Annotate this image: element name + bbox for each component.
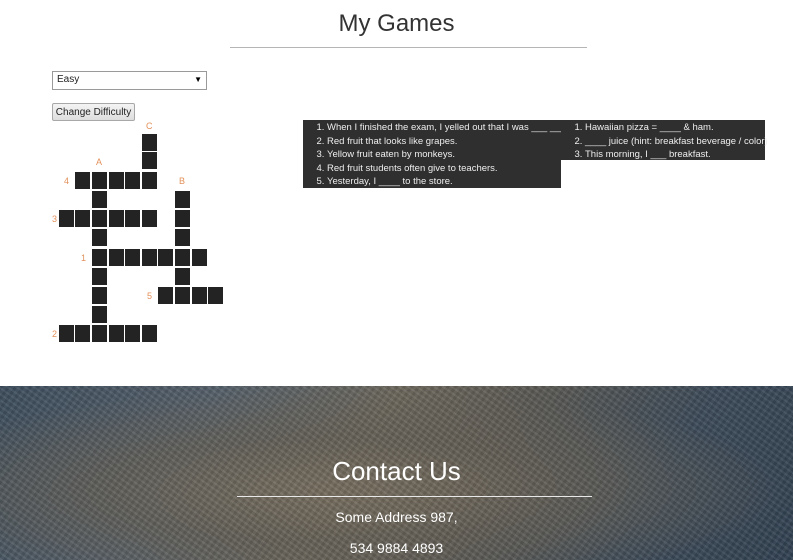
crossword-cell[interactable] [192, 249, 208, 267]
crossword-cell[interactable] [142, 210, 158, 228]
down-clue: This morning, I ___ breakfast. [585, 148, 765, 162]
clue-label-c: C [146, 121, 153, 131]
crossword-cell[interactable] [92, 172, 108, 190]
across-clue: When I finished the exam, I yelled out t… [327, 121, 568, 135]
clue-label-1: 1 [81, 253, 87, 263]
clue-label-2: 2 [52, 329, 58, 339]
contact-divider [237, 496, 592, 497]
crossword-cell[interactable] [192, 287, 208, 305]
crossword-cell[interactable] [75, 210, 91, 228]
crossword-cell[interactable] [109, 249, 125, 267]
crossword-cell[interactable] [142, 172, 158, 190]
clue-label-4: 4 [64, 176, 70, 186]
crossword-cell[interactable] [75, 172, 91, 190]
crossword-cell[interactable] [142, 152, 158, 170]
crossword-cell[interactable] [142, 134, 158, 152]
crossword-grid: C A B 4 3 1 5 2 [0, 0, 793, 400]
crossword-cell[interactable] [175, 229, 191, 247]
crossword-cell[interactable] [92, 191, 108, 209]
crossword-cell[interactable] [175, 191, 191, 209]
crossword-cell[interactable] [92, 306, 108, 324]
crossword-cell[interactable] [59, 325, 75, 343]
contact-address: Some Address 987, [335, 509, 458, 525]
down-clue: ____ juice (hint: breakfast beverage / c… [585, 135, 768, 149]
crossword-cell[interactable] [175, 210, 191, 228]
across-clue: Red fruit students often give to teacher… [327, 162, 561, 176]
difficulty-select-value: Easy [57, 74, 80, 85]
down-clue: Hawaiian pizza = ____ & ham. [585, 121, 765, 135]
contact-title: Contact Us [332, 456, 461, 486]
crossword-cell[interactable] [92, 268, 108, 286]
across-clue: Yellow fruit eaten by monkeys. [327, 148, 561, 162]
crossword-cell[interactable] [59, 210, 75, 228]
crossword-cell[interactable] [175, 287, 191, 305]
contact-footer: Contact Us Some Address 987, 534 9884 48… [0, 386, 793, 560]
crossword-cell[interactable] [125, 325, 141, 343]
crossword-cell[interactable] [92, 210, 108, 228]
crossword-cell[interactable] [109, 210, 125, 228]
crossword-cell[interactable] [208, 287, 224, 305]
crossword-cell[interactable] [75, 325, 91, 343]
crossword-cell[interactable] [158, 249, 174, 267]
across-clues-panel: When I finished the exam, I yelled out t… [303, 120, 568, 189]
down-clues-panel: Hawaiian pizza = ____ & ham. ____ juice … [561, 120, 768, 162]
crossword-cell[interactable] [92, 229, 108, 247]
chevron-down-icon: ▼ [194, 75, 202, 84]
title-divider [230, 47, 587, 48]
crossword-cell[interactable] [125, 210, 141, 228]
crossword-cell[interactable] [92, 249, 108, 267]
change-difficulty-button[interactable]: Change Difficulty [52, 103, 135, 121]
page-title: My Games [338, 10, 455, 37]
clue-label-b: B [179, 176, 186, 186]
clue-label-a: A [96, 157, 103, 167]
crossword-cell[interactable] [125, 172, 141, 190]
across-clue: Yesterday, I ____ to the store. [327, 175, 561, 189]
contact-phone: 534 9884 4893 [349, 540, 444, 556]
crossword-cell[interactable] [109, 325, 125, 343]
crossword-cell[interactable] [125, 249, 141, 267]
crossword-cell[interactable] [158, 287, 174, 305]
crossword-cell[interactable] [92, 287, 108, 305]
crossword-cell[interactable] [175, 249, 191, 267]
crossword-cell[interactable] [92, 325, 108, 343]
crossword-cell[interactable] [142, 249, 158, 267]
crossword-cell[interactable] [109, 172, 125, 190]
clue-label-5: 5 [147, 291, 153, 301]
difficulty-select[interactable]: Easy ▼ [52, 71, 207, 90]
crossword-cell[interactable] [142, 325, 158, 343]
clue-label-3: 3 [52, 214, 58, 224]
across-clue: Red fruit that looks like grapes. [327, 135, 561, 149]
crossword-cell[interactable] [175, 268, 191, 286]
